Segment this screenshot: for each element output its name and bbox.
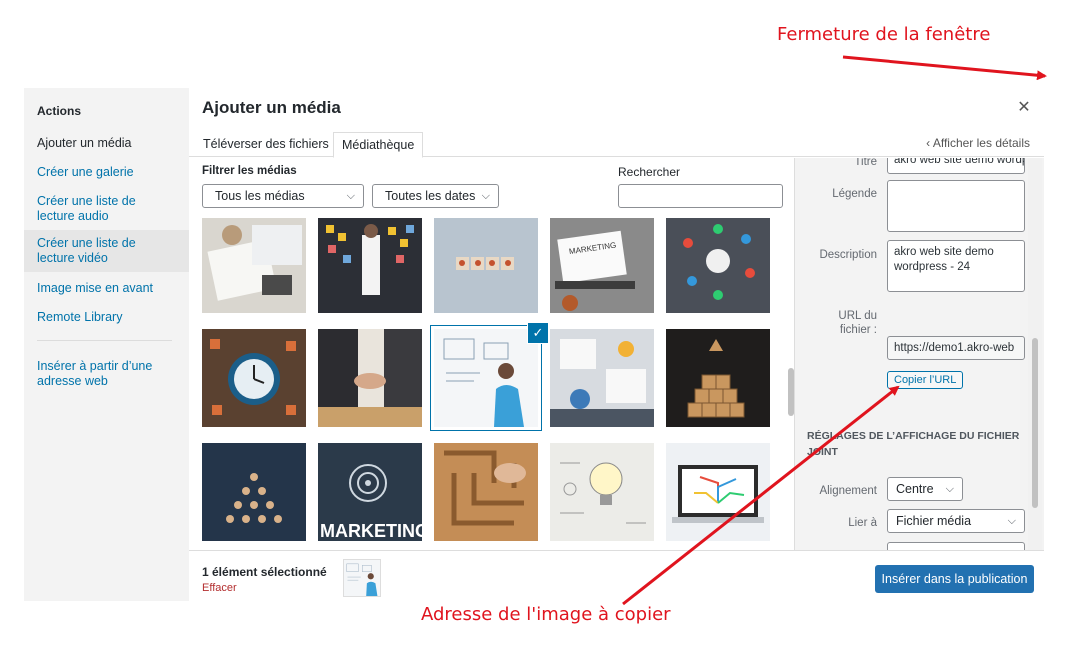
title-label: Titre <box>854 158 877 168</box>
attachment-thumbnail[interactable] <box>202 218 306 313</box>
chevron-down-icon: ⌵ <box>945 483 954 495</box>
svg-text:MARKETING: MARKETING <box>320 521 422 541</box>
attachment-thumbnail[interactable]: MARKETING <box>550 218 654 313</box>
attachment-thumbnail[interactable] <box>550 443 654 541</box>
menu-item-add-media[interactable]: Ajouter un média <box>24 133 189 154</box>
screenshot-root: Actions Ajouter un média Créer une galer… <box>0 0 1079 654</box>
display-settings-heading: RÉGLAGES DE L’AFFICHAGE DU FICHIER JOINT <box>807 430 1020 458</box>
selected-thumbnail[interactable] <box>343 559 381 597</box>
media-router: Téléverser des fichiers Médiathèque ‹ Af… <box>189 129 1044 158</box>
copy-url-button[interactable]: Copier l’URL <box>887 371 964 389</box>
annotation-copy-address: Adresse de l'image à copier <box>421 604 671 625</box>
attachment-thumbnail[interactable] <box>202 443 306 541</box>
attachment-thumbnail[interactable] <box>202 329 306 427</box>
attachment-thumbnail[interactable] <box>666 443 770 541</box>
link-to-select[interactable]: Fichier média ⌵ <box>887 509 1025 533</box>
menu-item-create-gallery[interactable]: Créer une galerie <box>24 162 189 183</box>
type-filter-select[interactable]: Tous les médias ⌵ <box>202 184 364 208</box>
attachment-thumbnail[interactable] <box>666 218 770 313</box>
chevron-down-icon: ⌵ <box>1007 515 1016 527</box>
media-modal: Actions Ajouter un média Créer une galer… <box>24 88 1044 601</box>
attachment-thumbnail[interactable] <box>434 443 538 541</box>
insert-into-post-button[interactable]: Insérer dans la publication <box>875 565 1034 593</box>
media-frame: Ajouter un média ✕ Téléverser des fichie… <box>189 88 1044 601</box>
annotation-close-window: Fermeture de la fenêtre <box>777 24 991 45</box>
description-label: Description <box>819 249 877 261</box>
arrow-to-close <box>842 55 1047 81</box>
details-scrollbar-thumb[interactable] <box>1032 338 1038 508</box>
title-field[interactable]: akro web site demo wordpress - 24 <box>887 158 1025 174</box>
link-to-label: Lier à <box>848 517 877 529</box>
search-input[interactable] <box>618 184 783 208</box>
size-select[interactable] <box>887 542 1025 550</box>
modal-title: Ajouter un média <box>202 98 341 117</box>
attachment-thumbnail[interactable] <box>434 218 538 313</box>
attachment-thumbnail[interactable] <box>431 326 541 430</box>
media-toolbar: Filtrer les médias Tous les médias ⌵ Tou… <box>189 158 794 214</box>
chevron-down-icon: ⌵ <box>346 190 355 202</box>
link-to-value: Fichier média <box>896 514 972 528</box>
menu-heading: Actions <box>37 104 82 118</box>
media-toolbar-footer: 1 élément sélectionné Effacer Insérer da… <box>189 550 1044 601</box>
file-url-label: URL du fichier : <box>838 310 877 336</box>
alignment-value: Centre <box>896 482 934 496</box>
attachment-thumbnail[interactable] <box>666 329 770 427</box>
file-url-field[interactable]: https://demo1.akro-web <box>887 336 1025 360</box>
attachments-grid: MARKETING ✓ MARKETING <box>189 218 794 550</box>
search-label: Rechercher <box>618 165 681 179</box>
alignment-select[interactable]: Centre ⌵ <box>887 477 963 501</box>
legend-label: Légende <box>832 188 877 200</box>
selection-count: 1 élément sélectionné <box>202 565 327 579</box>
menu-item-create-video-playlist[interactable]: Créer une liste de lecture vidéo <box>24 230 189 272</box>
legend-field[interactable] <box>887 180 1025 232</box>
attachment-details: Titre akro web site demo wordpress - 24 … <box>794 158 1044 550</box>
clear-selection-link[interactable]: Effacer <box>202 582 237 594</box>
tab-upload-files[interactable]: Téléverser des fichiers <box>195 132 337 158</box>
type-filter-value: Tous les médias <box>215 189 305 203</box>
alignment-label: Alignement <box>819 485 877 497</box>
description-field[interactable]: akro web site demo wordpress - 24 <box>887 240 1025 292</box>
attachment-thumbnail[interactable]: MARKETING <box>318 443 422 541</box>
menu-item-create-audio-playlist[interactable]: Créer une liste de lecture audio <box>24 191 189 227</box>
menu-item-featured-image[interactable]: Image mise en avant <box>24 278 189 299</box>
show-details-link[interactable]: ‹ Afficher les détails <box>926 136 1030 150</box>
checkmark-icon[interactable]: ✓ <box>528 323 548 343</box>
close-icon[interactable]: ✕ <box>1014 98 1034 118</box>
attachment-thumbnail[interactable] <box>318 329 422 427</box>
date-filter-value: Toutes les dates <box>385 189 476 203</box>
attachment-thumbnail[interactable] <box>318 218 422 313</box>
tab-media-library[interactable]: Médiathèque <box>333 132 424 158</box>
menu-item-remote-library[interactable]: Remote Library <box>24 307 189 328</box>
filter-label: Filtrer les médias <box>202 165 297 177</box>
menu-separator <box>37 340 172 341</box>
attachment-thumbnail[interactable] <box>550 329 654 427</box>
chevron-down-icon: ⌵ <box>481 190 490 202</box>
menu-item-insert-from-url[interactable]: Insérer à partir d’une adresse web <box>24 356 189 392</box>
media-menu: Actions Ajouter un média Créer une galer… <box>24 88 189 601</box>
date-filter-select[interactable]: Toutes les dates ⌵ <box>372 184 499 208</box>
